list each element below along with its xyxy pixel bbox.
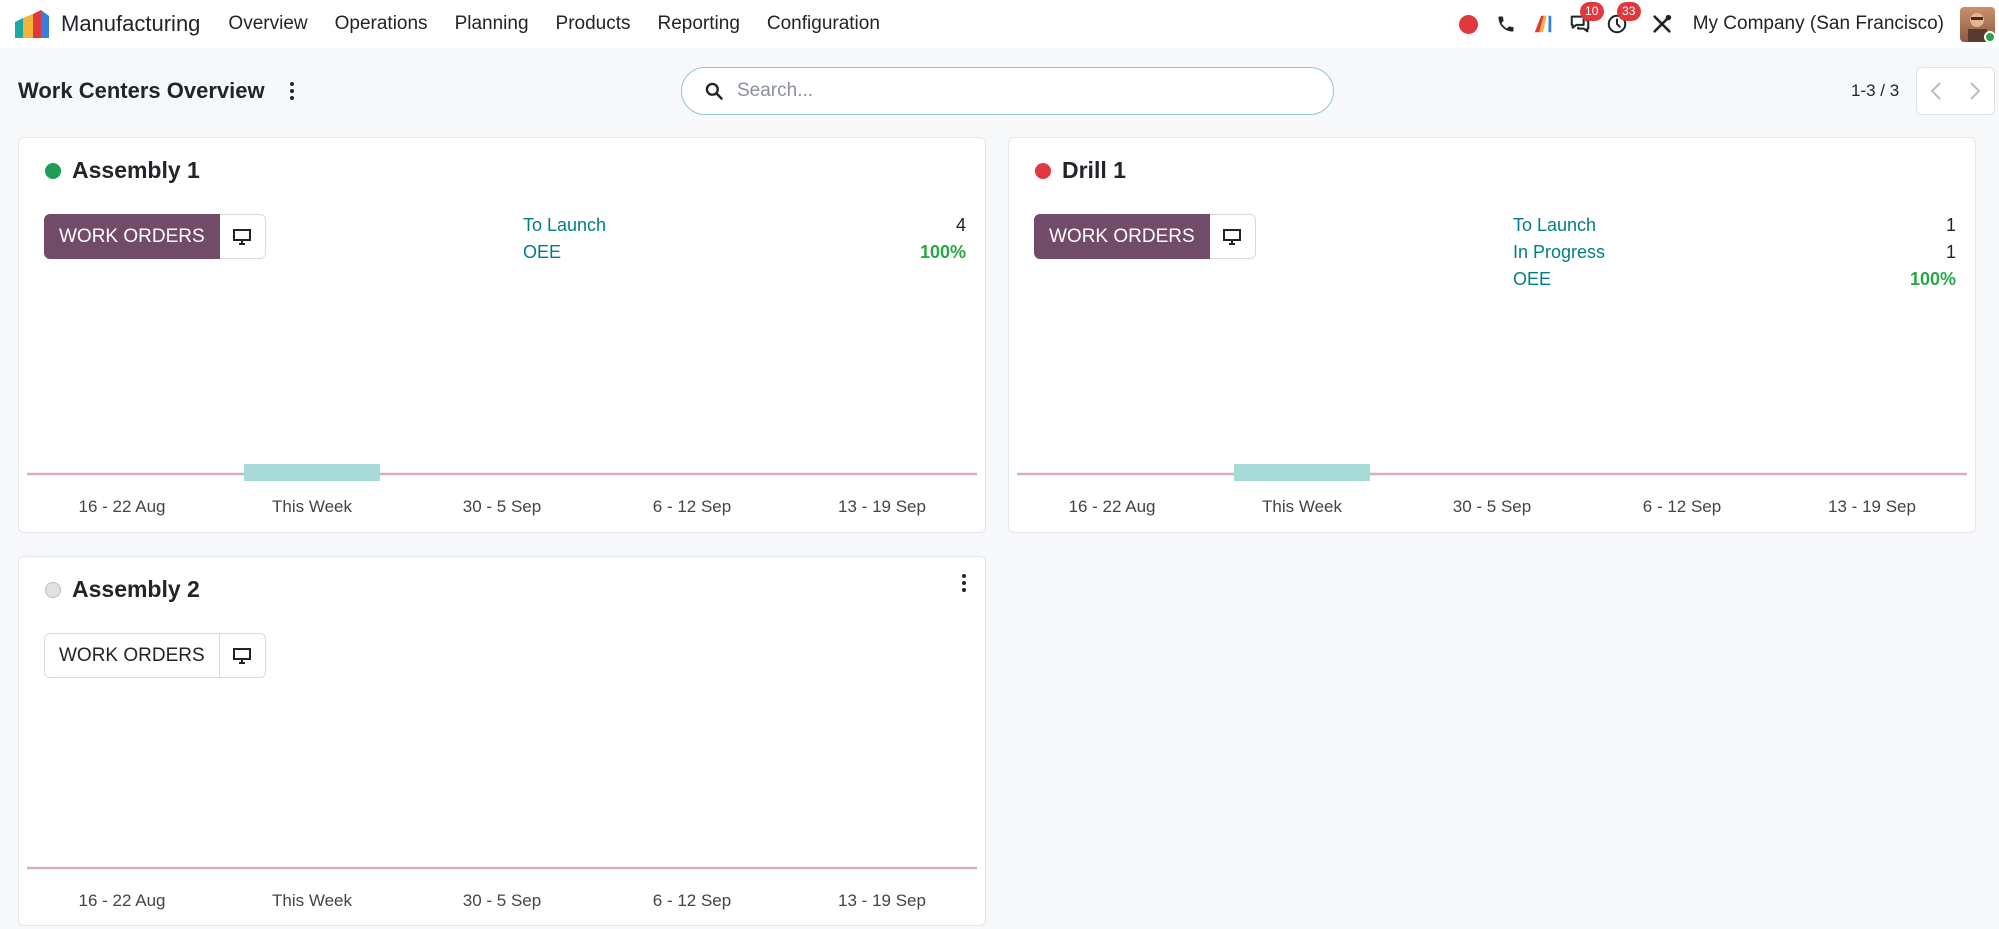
card-title: Drill 1 <box>1035 157 1126 184</box>
workload-chart: 16 - 22 Aug This Week 30 - 5 Sep 6 - 12 Sep… <box>27 464 977 516</box>
shop-floor-button[interactable] <box>1209 214 1256 259</box>
menu-overview[interactable]: Overview <box>228 13 307 35</box>
menu-products[interactable]: Products <box>556 13 631 35</box>
pager-value[interactable]: 1-3 / 3 <box>1851 81 1899 101</box>
phone-icon[interactable] <box>1494 12 1518 36</box>
work-orders-button-group: WORK ORDERS <box>44 214 266 259</box>
page-title: Work Centers Overview <box>18 78 265 103</box>
pager-previous-button[interactable] <box>1917 68 1956 114</box>
stat-row[interactable]: OEE 100% <box>523 239 966 266</box>
stat-to-launch-value: 4 <box>955 215 966 235</box>
clock-icon[interactable]: 33 <box>1605 2 1641 36</box>
card-options-icon[interactable] <box>957 571 971 595</box>
work-orders-button-group: WORK ORDERS <box>44 633 266 678</box>
shop-floor-button[interactable] <box>219 633 266 678</box>
messages-badge: 10 <box>1579 2 1604 21</box>
stat-row[interactable]: To Launch 4 <box>523 212 966 239</box>
company-switcher[interactable]: My Company (San Francisco) <box>1693 13 1944 35</box>
workload-bar[interactable] <box>1234 464 1370 481</box>
x-tick-label: 6 - 12 Sep <box>1643 497 1721 516</box>
card-title: Assembly 1 <box>45 157 200 184</box>
x-tick-label: 16 - 22 Aug <box>1069 497 1156 516</box>
stat-in-progress-label[interactable]: In Progress <box>1513 242 1605 263</box>
x-tick-label: 6 - 12 Sep <box>653 497 731 516</box>
x-tick-label: 30 - 5 Sep <box>463 497 541 516</box>
x-tick-label: This Week <box>272 497 352 516</box>
workcenter-name[interactable]: Assembly 1 <box>72 157 200 184</box>
card-title: Assembly 2 <box>45 576 200 603</box>
work-orders-button[interactable]: WORK ORDERS <box>44 633 220 678</box>
stat-to-launch-label[interactable]: To Launch <box>1513 215 1596 236</box>
stat-oee-label[interactable]: OEE <box>1513 269 1551 290</box>
app-brand[interactable]: Manufacturing <box>13 10 200 38</box>
stat-to-launch-label[interactable]: To Launch <box>523 215 606 236</box>
monitor-icon <box>233 647 252 664</box>
manufacturing-app-icon <box>15 10 49 38</box>
x-tick-label: 6 - 12 Sep <box>653 891 731 910</box>
menu-configuration[interactable]: Configuration <box>767 13 880 35</box>
chevron-right-icon <box>1970 82 1981 100</box>
work-orders-button[interactable]: WORK ORDERS <box>1034 214 1210 259</box>
stat-oee-value: 100% <box>919 242 966 262</box>
work-orders-button[interactable]: WORK ORDERS <box>44 214 220 259</box>
stat-in-progress-value: 1 <box>1945 242 1956 262</box>
status-dot-icon <box>45 162 61 179</box>
x-tick-label: 13 - 19 Sep <box>838 497 926 516</box>
menu-planning[interactable]: Planning <box>455 13 529 35</box>
workcenter-card-assembly-1: Assembly 1 WORK ORDERS To Launch 4 OEE 1… <box>18 137 986 533</box>
status-dot-icon <box>45 581 61 598</box>
monitor-icon <box>1223 228 1242 245</box>
user-avatar[interactable] <box>1960 6 1995 42</box>
search-icon <box>705 82 723 100</box>
workcenter-name[interactable]: Drill 1 <box>1062 157 1126 184</box>
pager-buttons <box>1916 67 1995 115</box>
workcenter-name[interactable]: Assembly 2 <box>72 576 200 603</box>
x-tick-label: 13 - 19 Sep <box>838 891 926 910</box>
x-tick-label: 16 - 22 Aug <box>79 497 166 516</box>
card-stats: To Launch 4 OEE 100% <box>523 212 966 266</box>
x-tick-label: 13 - 19 Sep <box>1828 497 1916 516</box>
card-stats: To Launch 1 In Progress 1 OEE 100% <box>1513 212 1956 293</box>
workload-chart: 16 - 22 Aug This Week 30 - 5 Sep 6 - 12 Sep… <box>1017 464 1967 516</box>
shop-floor-button[interactable] <box>219 214 266 259</box>
stat-oee-value: 100% <box>1909 269 1956 289</box>
stat-row[interactable]: OEE 100% <box>1513 266 1956 293</box>
ai-icon[interactable] <box>1531 12 1555 36</box>
activities-badge: 33 <box>1616 2 1641 21</box>
workload-bar[interactable] <box>244 464 380 481</box>
workload-chart: 16 - 22 Aug This Week 30 - 5 Sep 6 - 12 Sep… <box>27 866 977 910</box>
chevron-left-icon <box>1930 82 1941 100</box>
menu-operations[interactable]: Operations <box>335 13 428 35</box>
online-status-icon <box>1984 30 1995 42</box>
status-dot-icon <box>1035 162 1051 179</box>
x-tick-label: This Week <box>272 891 352 910</box>
recording-dot-icon[interactable] <box>1457 12 1481 36</box>
stat-to-launch-value: 1 <box>1945 215 1956 235</box>
x-tick-label: 16 - 22 Aug <box>79 891 166 910</box>
main-menu: Overview Operations Planning Products Re… <box>228 13 907 35</box>
menu-reporting[interactable]: Reporting <box>658 13 740 35</box>
tools-icon[interactable] <box>1650 12 1674 36</box>
app-name: Manufacturing <box>61 11 201 36</box>
search-input[interactable] <box>737 80 1297 102</box>
x-tick-label: This Week <box>1262 497 1342 516</box>
stat-row[interactable]: To Launch 1 <box>1513 212 1956 239</box>
x-tick-label: 30 - 5 Sep <box>463 891 541 910</box>
workcenter-card-assembly-2: Assembly 2 WORK ORDERS 16 - 22 Aug This W… <box>18 556 986 926</box>
stat-oee-label[interactable]: OEE <box>523 242 561 263</box>
chat-icon[interactable]: 10 <box>1568 2 1604 36</box>
pager-next-button[interactable] <box>1956 68 1995 114</box>
top-navbar: Manufacturing Overview Operations Planni… <box>0 0 1999 48</box>
workcenter-card-drill-1: Drill 1 WORK ORDERS To Launch 1 In Progr… <box>1008 137 1976 533</box>
actions-menu-icon[interactable] <box>285 80 299 102</box>
systray: 10 33 My Company (San Francisco) <box>1457 0 1999 48</box>
x-tick-label: 30 - 5 Sep <box>1453 497 1531 516</box>
search-bar[interactable] <box>681 67 1334 115</box>
stat-row[interactable]: In Progress 1 <box>1513 239 1956 266</box>
work-orders-button-group: WORK ORDERS <box>1034 214 1256 259</box>
monitor-icon <box>233 228 252 245</box>
